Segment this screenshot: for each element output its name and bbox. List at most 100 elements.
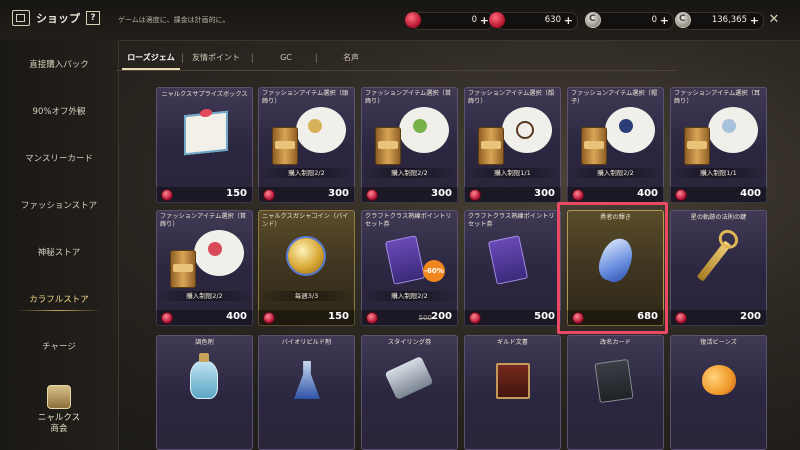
shop-item-card[interactable]: バイオリビルド剤 (258, 335, 355, 450)
sidebar-item-fashion-store[interactable]: ファッションストア (0, 191, 118, 221)
item-image (258, 105, 355, 167)
tab-gc[interactable]: GC (266, 48, 306, 68)
item-name: クラフトクラス熟練ポイントリセット券 (468, 213, 555, 228)
add-currency-button[interactable]: + (750, 14, 759, 27)
nyarux-shop-button[interactable]: ニャルクス 商会 (0, 385, 118, 435)
item-image (361, 353, 458, 415)
rose-gem-icon (405, 12, 421, 28)
shop-item-card[interactable]: ニャルクスガシャコイン（バインド） 毎週3/3 150 (258, 210, 355, 326)
item-name: バイオリビルド剤 (281, 339, 332, 346)
tab-underline (116, 70, 676, 71)
shop-item-card[interactable]: ファッションアイテム選択（帽子） 購入制限2/2 400 (567, 87, 664, 203)
item-image (258, 353, 355, 415)
sidebar-item-mystery-store[interactable]: 神秘ストア (0, 238, 118, 268)
tab-divider (252, 54, 253, 63)
shop-item-card[interactable]: ファッションアイテム選択（頭飾り） 購入制限2/2 300 (258, 87, 355, 203)
sidebar-item-colorful-store[interactable]: カラフルストア (0, 285, 118, 315)
item-name: スタイリング券 (387, 339, 432, 346)
item-price: 400 (740, 188, 761, 199)
tab-divider (182, 54, 183, 63)
add-currency-button[interactable]: + (660, 14, 669, 27)
price-bar: 400 (567, 187, 664, 203)
coin-icon (585, 12, 601, 28)
shop-item-card[interactable]: ファッションアイテム選択（首飾り） 購入制限2/2 400 (156, 210, 253, 326)
shop-item-card[interactable]: 改名カード (567, 335, 664, 450)
original-price: 500 (418, 314, 432, 322)
sidebar-item-charge[interactable]: チャージ (0, 332, 118, 362)
shop-item-card[interactable]: ファッションアイテム選択（首飾り） 購入制限2/2 300 (361, 87, 458, 203)
chest-icon (375, 127, 401, 165)
item-name: ファッションアイテム選択（頭飾り） (262, 90, 349, 105)
item-name: ファッションアイテム選択（耳飾り） (674, 90, 761, 105)
shop-item-card[interactable]: クラフトクラス熟練ポイントリセット券 -60% 購入制限2/2 500 200 (361, 210, 458, 326)
notice-text: ゲームは適度に、課金は計画的に。 (118, 16, 230, 24)
price-bar: 300 (258, 187, 355, 203)
help-button[interactable]: ? (86, 11, 100, 25)
top-bar: ショップ ? ゲームは適度に、課金は計画的に。 0 + 630 + 0 + 13… (0, 0, 800, 41)
speech-bubble (296, 107, 346, 153)
purchase-limit: 購入制限1/1 (670, 168, 767, 178)
selection-highlight (557, 202, 668, 334)
earring-icon (722, 119, 736, 133)
chest-icon (272, 127, 298, 165)
hat-icon (619, 119, 633, 133)
purchase-limit: 購入制限2/2 (258, 168, 355, 178)
tab-friendship-points[interactable]: 友情ポイント (186, 48, 246, 68)
nyarux-emblem-icon (47, 385, 71, 409)
price-bar: 300 (464, 187, 561, 203)
price-bar: 200 (670, 310, 767, 326)
shop-item-card[interactable]: 調色剤 (156, 335, 253, 450)
tab-rose-gem[interactable]: ローズジェム (120, 48, 182, 70)
item-image (567, 353, 664, 415)
item-name: ニャルクスガシャコイン（バインド） (262, 213, 349, 228)
reset-ticket-icon (384, 235, 426, 285)
ruby-icon (489, 12, 505, 28)
rename-card-icon (594, 358, 634, 404)
item-price: 300 (534, 188, 555, 199)
item-name: 星の軌跡の法則の鍵 (690, 214, 747, 221)
item-name: 調色剤 (195, 339, 214, 346)
price-bar: 400 (156, 310, 253, 326)
item-name: ファッションアイテム選択（顔飾り） (468, 90, 555, 105)
rose-gem-icon (162, 190, 172, 200)
dye-bottle-icon (190, 353, 218, 399)
currency-value: 630 (544, 15, 561, 25)
necklace-icon (208, 242, 222, 256)
shop-item-card[interactable]: クラフトクラス熟練ポイントリセット券 500 (464, 210, 561, 326)
item-image (670, 105, 767, 167)
add-currency-button[interactable]: + (564, 14, 573, 27)
currency-value: 0 (651, 15, 657, 25)
gacha-coin-icon (288, 238, 324, 274)
item-price: 400 (637, 188, 658, 199)
tab-fame[interactable]: 名声 (331, 48, 371, 68)
item-image (567, 105, 664, 167)
key-icon (696, 240, 732, 282)
item-image (361, 105, 458, 167)
rose-gem-icon (367, 190, 377, 200)
sidebar-item-monthly-card[interactable]: マンスリーカード (0, 144, 118, 174)
shop-item-card[interactable]: 復活ビーンズ (670, 335, 767, 450)
item-image (156, 105, 253, 167)
item-image (670, 228, 767, 290)
rose-gem-icon (264, 190, 274, 200)
shop-item-card[interactable]: スタイリング券 (361, 335, 458, 450)
item-name: ギルド文書 (497, 339, 528, 346)
shop-item-card[interactable]: ファッションアイテム選択（顔飾り） 購入制限1/1 300 (464, 87, 561, 203)
rose-gem-icon (367, 313, 377, 323)
rose-gem-icon (162, 313, 172, 323)
item-price: 300 (431, 188, 452, 199)
shop-item-card[interactable]: 星の軌跡の法則の鍵 200 (670, 210, 767, 326)
sidebar-item-direct-pack[interactable]: 直接購入パック (0, 50, 118, 80)
item-image (156, 353, 253, 415)
item-price: 150 (328, 311, 349, 322)
add-currency-button[interactable]: + (480, 14, 489, 27)
shop-item-card[interactable]: ファッションアイテム選択（耳飾り） 購入制限1/1 400 (670, 87, 767, 203)
shop-item-card[interactable]: ニャルクスサプライズボックス 150 (156, 87, 253, 203)
tab-divider (316, 54, 317, 63)
shop-item-card[interactable]: ギルド文書 (464, 335, 561, 450)
item-image (464, 228, 561, 290)
purchase-limit: 購入制限1/1 (464, 168, 561, 178)
item-price: 500 (534, 311, 555, 322)
close-icon[interactable]: ✕ (767, 13, 781, 27)
sidebar-item-90off[interactable]: 90%オフ外観 (0, 97, 118, 127)
